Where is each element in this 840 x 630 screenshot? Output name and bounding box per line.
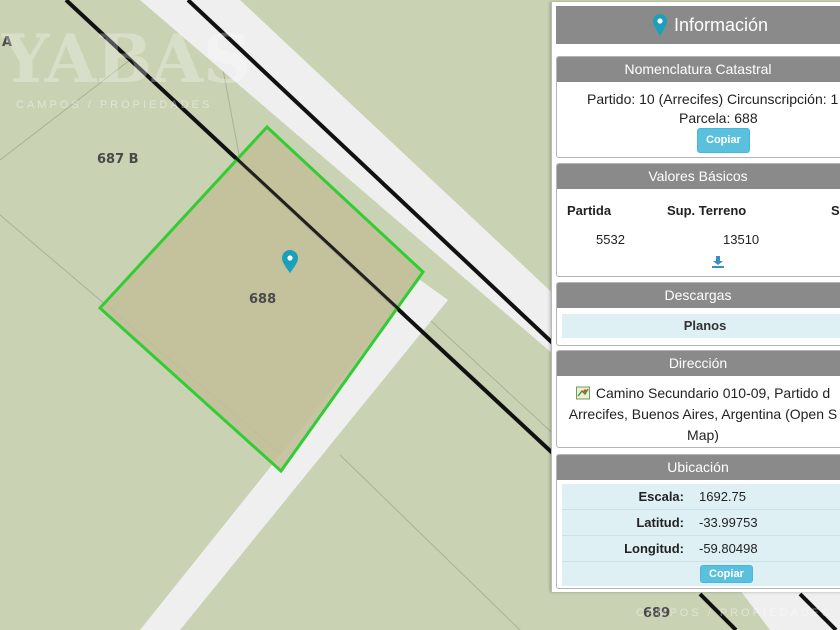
cell-sup-terreno: 13510 <box>723 232 760 247</box>
col-partial: S <box>831 203 840 218</box>
parcel-label-689: 689 <box>643 606 670 621</box>
direccion-line2: Arrecifes, Buenos Aires, Argentina (Open… <box>568 406 838 422</box>
direccion-line1: Camino Secundario 010-09, Partido d <box>595 385 831 401</box>
nomenclatura-line2: Parcela: 688 <box>679 110 758 126</box>
copy-ubicacion-button[interactable]: Copiar <box>700 565 753 583</box>
ubicacion-row-longitud: Longitud: -59.80498 <box>562 536 840 562</box>
direccion-header: Dirección <box>557 351 840 376</box>
ubicacion-table: Escala: 1692.75 Latitud: -33.99753 Longi… <box>562 484 840 586</box>
longitud-label: Longitud: <box>624 541 684 556</box>
info-panel: Información Nomenclatura Catastral Parti… <box>551 2 840 592</box>
ubicacion-row-escala: Escala: 1692.75 <box>562 484 840 510</box>
valores-table: Partida Sup. Terreno S 5532 13510 <box>557 189 840 275</box>
nomenclatura-section: Nomenclatura Catastral Partido: 10 (Arre… <box>556 56 840 158</box>
download-icon[interactable] <box>711 255 725 269</box>
direccion-section: Dirección Camino Secundario 010-09, Part… <box>556 350 840 448</box>
direccion-line3: Map) <box>687 427 719 443</box>
ubicacion-row-latitud: Latitud: -33.99753 <box>562 510 840 536</box>
planos-link[interactable]: Planos <box>562 314 840 338</box>
descargas-header: Descargas <box>557 283 840 308</box>
col-partida: Partida <box>567 203 612 218</box>
cell-partida: 5532 <box>596 232 625 247</box>
valores-section: Valores Básicos Partida Sup. Terreno S 5… <box>556 163 840 277</box>
nomenclatura-line1: Partido: 10 (Arrecifes) Circunscripción:… <box>587 91 839 107</box>
valores-header: Valores Básicos <box>557 164 840 189</box>
map-icon <box>575 386 590 400</box>
latitud-label: Latitud: <box>636 515 684 530</box>
escala-value: 1692.75 <box>699 489 746 504</box>
map-pin-icon <box>653 14 667 36</box>
parcel-label-left: A <box>2 35 12 50</box>
ubicacion-section: Ubicación Escala: 1692.75 Latitud: -33.9… <box>556 454 840 589</box>
latitud-value: -33.99753 <box>699 515 758 530</box>
panel-title: Información <box>674 14 769 35</box>
longitud-value: -59.80498 <box>699 541 758 556</box>
parcel-label-687b: 687 B <box>97 152 139 167</box>
escala-label: Escala: <box>638 489 684 504</box>
nomenclatura-header: Nomenclatura Catastral <box>557 57 840 82</box>
ubicacion-header: Ubicación <box>557 455 840 480</box>
col-sup-terreno: Sup. Terreno <box>667 203 747 218</box>
parcel-label-688: 688 <box>249 292 276 307</box>
panel-title-bar: Información <box>556 6 840 44</box>
descargas-section: Descargas Planos <box>556 282 840 346</box>
copy-nomenclatura-button[interactable]: Copiar <box>697 128 750 153</box>
